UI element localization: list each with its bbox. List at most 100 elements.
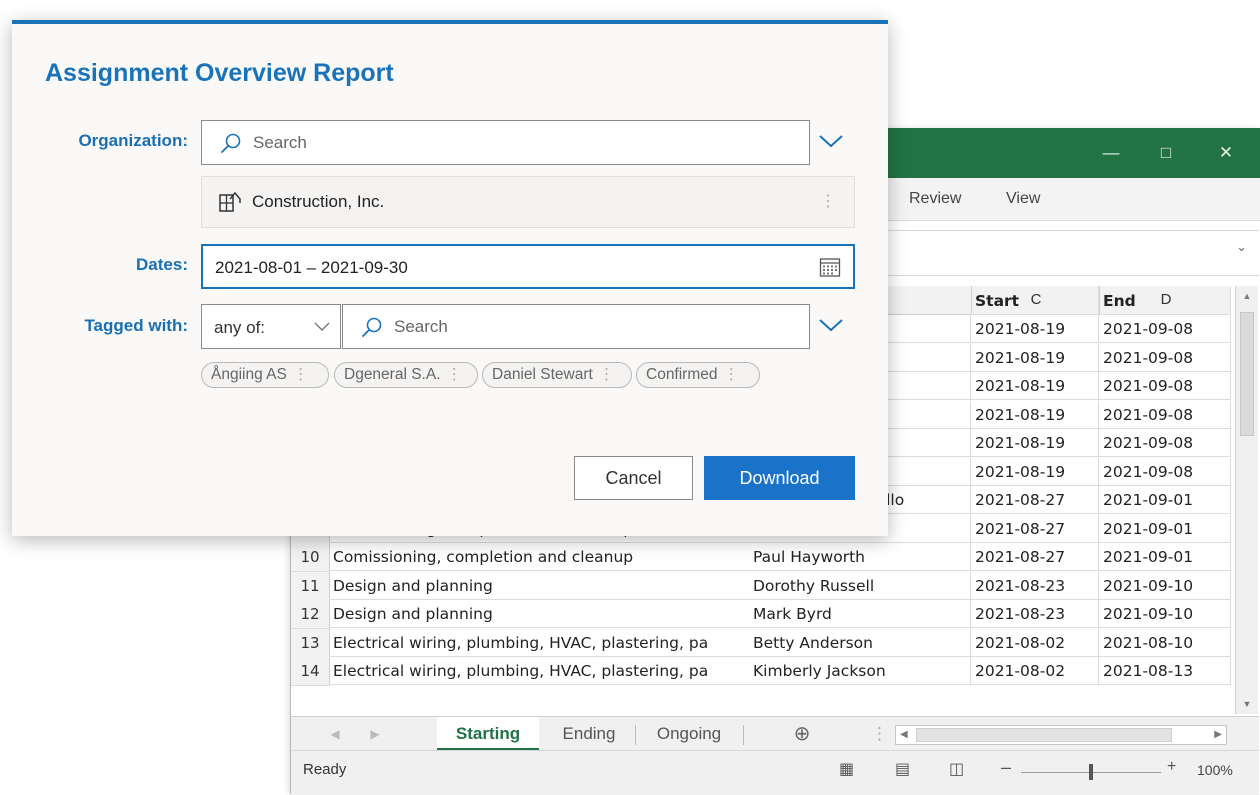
horizontal-scrollbar[interactable]: ◀ ▶ xyxy=(895,725,1227,745)
cell-start[interactable]: 2021-08-19 xyxy=(971,372,1099,400)
normal-view-icon[interactable]: ▦ xyxy=(839,759,854,779)
prev-sheet-icon[interactable]: ◀ xyxy=(325,717,345,751)
chevron-down-icon[interactable] xyxy=(818,316,844,334)
chevron-down-icon[interactable]: ⌄ xyxy=(1236,239,1247,255)
cell-task[interactable]: Electrical wiring, plumbing, HVAC, plast… xyxy=(329,657,749,685)
zoom-in-icon[interactable]: + xyxy=(1167,758,1176,776)
cell-start[interactable]: 2021-08-27 xyxy=(971,486,1099,514)
cell-end[interactable]: 2021-09-01 xyxy=(1099,514,1231,543)
more-options-icon[interactable]: ⋮ xyxy=(724,366,740,383)
tag-search-input[interactable]: Search xyxy=(342,304,810,349)
row-number[interactable]: 12 xyxy=(291,600,330,629)
tag-match-value: any of: xyxy=(214,318,266,337)
more-options-icon[interactable]: ⋮ xyxy=(599,366,615,383)
cell-task[interactable]: Electrical wiring, plumbing, HVAC, plast… xyxy=(329,629,749,657)
cell-assignee[interactable]: Mark Byrd xyxy=(749,600,971,628)
row-number[interactable]: 14 xyxy=(291,657,330,686)
table-row: 12 Design and planning Mark Byrd 2021-08-23… xyxy=(291,600,1231,629)
calendar-icon[interactable] xyxy=(819,256,841,278)
cell-end[interactable]: 2021-09-01 xyxy=(1099,543,1231,571)
download-button[interactable]: Download xyxy=(704,456,855,500)
dates-input[interactable]: 2021-08-01 – 2021-09-30 xyxy=(201,244,855,289)
tag-chip[interactable]: Dgeneral S.A. ⋮ xyxy=(334,362,478,388)
cell-end[interactable]: 2021-09-08 xyxy=(1099,315,1231,343)
cell-end[interactable]: 2021-08-13 xyxy=(1099,657,1231,685)
scroll-up-icon[interactable]: ▲ xyxy=(1236,286,1258,306)
dialog-title: Assignment Overview Report xyxy=(45,59,394,87)
scroll-right-icon[interactable]: ▶ xyxy=(1214,726,1222,744)
more-options-icon[interactable]: ⋮ xyxy=(293,366,309,383)
scroll-down-icon[interactable]: ▼ xyxy=(1236,694,1258,714)
cell-end[interactable]: 2021-09-08 xyxy=(1099,457,1231,486)
cell-task[interactable]: Comissioning, completion and cleanup xyxy=(329,543,749,571)
chevron-down-icon[interactable] xyxy=(818,132,844,150)
close-icon[interactable]: ✕ xyxy=(1196,128,1256,178)
table-row: 11 Design and planning Dorothy Russell 2021… xyxy=(291,571,1231,601)
selected-organization-name: Construction, Inc. xyxy=(252,192,385,211)
vertical-scrollbar[interactable]: ▲ ▼ xyxy=(1235,286,1258,714)
cell-start[interactable]: 2021-08-19 xyxy=(971,429,1099,457)
cell-start[interactable]: 2021-08-27 xyxy=(971,514,1099,543)
add-sheet-icon[interactable]: ⊕ xyxy=(787,717,817,751)
cell-start[interactable]: 2021-08-02 xyxy=(971,628,1099,657)
page-layout-icon[interactable]: ▤ xyxy=(895,759,910,779)
scroll-left-icon[interactable]: ◀ xyxy=(900,726,908,744)
cell-end[interactable]: 2021-09-08 xyxy=(1099,429,1231,457)
split-handle-icon[interactable]: ⋮ xyxy=(871,717,888,751)
cell-end[interactable]: 2021-09-08 xyxy=(1099,400,1231,429)
status-text: Ready xyxy=(303,761,347,778)
sheet-tab-starting[interactable]: Starting xyxy=(437,717,539,751)
more-options-icon[interactable]: ⋮ xyxy=(820,191,836,211)
cell-start[interactable]: 2021-08-19 xyxy=(971,343,1099,372)
cell-start[interactable]: 2021-08-19 xyxy=(971,400,1099,429)
row-number[interactable]: 13 xyxy=(291,628,330,658)
scroll-thumb[interactable] xyxy=(1240,312,1254,436)
cell-start[interactable]: 2021-08-23 xyxy=(971,600,1099,628)
cancel-button[interactable]: Cancel xyxy=(574,456,693,500)
tab-review[interactable]: Review xyxy=(909,190,961,208)
dates-value: 2021-08-01 – 2021-09-30 xyxy=(215,258,408,277)
minimize-icon[interactable]: — xyxy=(1081,128,1141,178)
row-number[interactable]: 10 xyxy=(291,543,330,572)
cell-task[interactable]: Design and planning xyxy=(329,600,749,628)
sheet-tab-ending[interactable]: Ending xyxy=(543,717,635,751)
header-start[interactable]: Start xyxy=(971,287,1099,315)
next-sheet-icon[interactable]: ▶ xyxy=(365,717,385,751)
row-number[interactable]: 11 xyxy=(291,571,330,601)
maximize-icon[interactable]: □ xyxy=(1136,128,1196,178)
more-options-icon[interactable]: ⋮ xyxy=(447,366,463,383)
organization-search-input[interactable]: Search xyxy=(201,120,810,165)
cell-end[interactable]: 2021-08-10 xyxy=(1099,628,1231,657)
cell-end[interactable]: 2021-09-08 xyxy=(1099,343,1231,372)
zoom-out-icon[interactable]: – xyxy=(1001,757,1011,778)
header-end[interactable]: End xyxy=(1099,287,1231,315)
tag-match-select[interactable]: any of: xyxy=(201,304,341,349)
zoom-level[interactable]: 100% xyxy=(1197,762,1233,778)
table-row: 14 Electrical wiring, plumbing, HVAC, pla… xyxy=(291,657,1231,686)
cell-end[interactable]: 2021-09-01 xyxy=(1099,486,1231,514)
cell-assignee[interactable]: Paul Hayworth xyxy=(749,543,971,571)
tag-chip-label: Ångiing AS xyxy=(211,366,287,383)
cell-start[interactable]: 2021-08-27 xyxy=(971,543,1099,571)
cell-end[interactable]: 2021-09-08 xyxy=(1099,372,1231,400)
cell-assignee[interactable]: Dorothy Russell xyxy=(749,571,971,600)
tag-chip[interactable]: Daniel Stewart ⋮ xyxy=(482,362,632,388)
page-break-icon[interactable]: ◫ xyxy=(949,759,964,779)
cell-start[interactable]: 2021-08-19 xyxy=(971,457,1099,486)
selected-organization-card[interactable]: Construction, Inc. ⋮ xyxy=(201,176,855,228)
tab-view[interactable]: View xyxy=(1006,190,1040,208)
tag-chip[interactable]: Ångiing AS ⋮ xyxy=(201,362,329,388)
cell-start[interactable]: 2021-08-19 xyxy=(971,315,1099,343)
tag-chip[interactable]: Confirmed ⋮ xyxy=(636,362,760,388)
cell-start[interactable]: 2021-08-02 xyxy=(971,657,1099,685)
organization-label: Organization: xyxy=(78,131,188,150)
cell-task[interactable]: Design and planning xyxy=(329,572,749,600)
cell-end[interactable]: 2021-09-10 xyxy=(1099,600,1231,628)
hscroll-thumb[interactable] xyxy=(916,728,1172,742)
sheet-tab-ongoing[interactable]: Ongoing xyxy=(639,717,739,751)
zoom-slider-thumb[interactable] xyxy=(1089,764,1093,780)
cell-start[interactable]: 2021-08-23 xyxy=(971,571,1099,600)
cell-assignee[interactable]: Betty Anderson xyxy=(749,628,971,657)
cell-assignee[interactable]: Kimberly Jackson xyxy=(749,657,971,685)
cell-end[interactable]: 2021-09-10 xyxy=(1099,571,1231,600)
